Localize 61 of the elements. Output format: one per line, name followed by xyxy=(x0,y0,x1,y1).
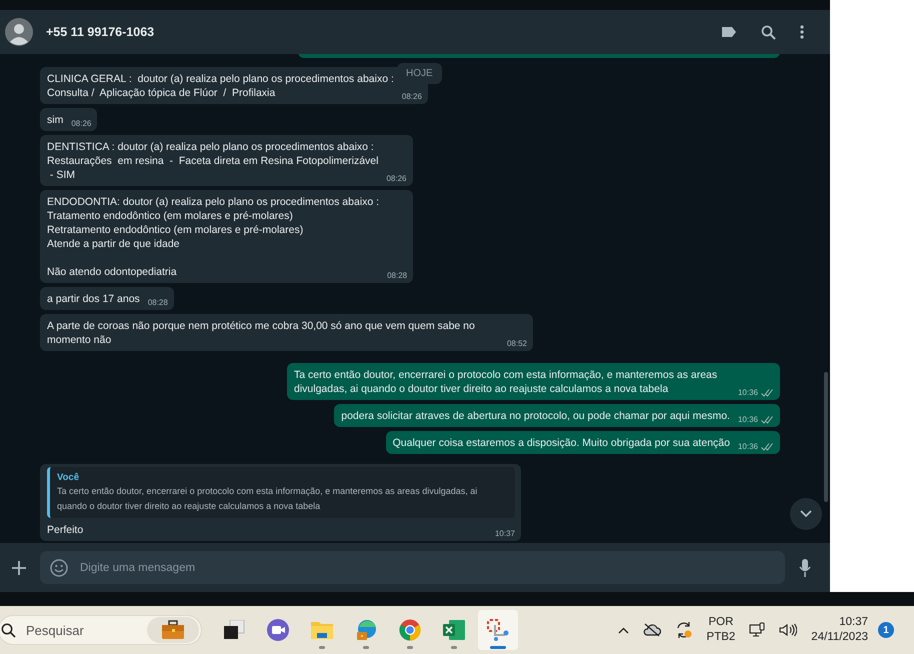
double-check-icon xyxy=(761,416,774,424)
emoji-icon[interactable] xyxy=(50,558,68,576)
briefcase-icon xyxy=(161,620,185,640)
contact-name[interactable]: +55 11 99176-1063 xyxy=(46,25,154,39)
running-indicator xyxy=(363,646,369,649)
message-time: 08:26 xyxy=(71,119,92,129)
running-indicator xyxy=(319,646,325,649)
message-text: DENTISTICA : doutor (a) realiza pelo plano os procedimentos abaixo : Restaurações em resina - Faceta direta em Resina Fotopolimerizável - SIM xyxy=(47,140,378,182)
speaker-icon[interactable] xyxy=(779,623,798,637)
taskbar-search[interactable]: Pesquisar xyxy=(0,615,202,645)
message-time: 10:36 xyxy=(738,415,758,425)
message-text: Perfeito xyxy=(47,523,84,537)
search-placeholder: Pesquisar xyxy=(26,622,85,638)
browser-icon xyxy=(399,619,421,641)
message-text: Qualquer coisa estaremos a disposição. Muito obrigada por sua atenção xyxy=(392,436,730,450)
running-indicator xyxy=(407,646,413,649)
message-time: 10:37 xyxy=(494,529,515,539)
plus-icon[interactable] xyxy=(12,560,26,574)
message-field[interactable]: Digite uma mensagem xyxy=(40,551,785,584)
network-monitor-icon[interactable] xyxy=(749,622,766,638)
notification-badge[interactable]: 1 xyxy=(878,622,894,638)
cloud-off-icon[interactable] xyxy=(642,623,661,637)
label-icon[interactable] xyxy=(721,26,737,38)
sync-icon[interactable] xyxy=(674,621,693,639)
message-text: Ta certo então doutor, encerrarei o protocolo com esta informação, e manteremos as areas divulgadas, ai quando o doutor tiver direito ao reajuste calculamos a nova tabela xyxy=(294,368,718,396)
double-check-icon xyxy=(761,389,774,397)
message-text: a partir dos 17 anos xyxy=(47,292,140,306)
quoted-message[interactable]: Você Ta certo então doutor, encerrarei o protocolo com esta informação, e manteremos as areas divulgadas, ai quando o doutor tiver direito ao reajuste calculamos a nova tabela xyxy=(47,467,515,518)
message-time: 10:36 xyxy=(738,388,758,398)
running-indicator xyxy=(490,646,506,649)
quote-author: Você xyxy=(57,471,80,484)
search-icon xyxy=(1,622,16,638)
message-text: sim xyxy=(47,113,64,127)
scrollbar[interactable] xyxy=(824,372,828,502)
browser-icon xyxy=(355,619,377,641)
message-time: 08:52 xyxy=(506,339,527,349)
message-text: A parte de coroas não porque nem protético me cobra 30,00 só ano que vem quem sabe no momento não xyxy=(47,319,476,347)
message-time: 08:26 xyxy=(386,174,407,184)
menu-icon[interactable] xyxy=(800,25,804,39)
date-chip: HOJE xyxy=(397,63,442,84)
scroll-down-button[interactable] xyxy=(790,498,822,530)
message-time: 10:36 xyxy=(738,442,758,452)
microphone-icon[interactable] xyxy=(799,558,811,576)
video-camera-icon xyxy=(267,619,289,641)
message-time: 08:26 xyxy=(402,92,422,102)
message-time: 08:28 xyxy=(387,271,408,281)
spreadsheet-icon xyxy=(443,620,465,640)
avatar-icon[interactable] xyxy=(5,18,33,46)
message-text: CLINICA GERAL : doutor (a) realiza pelo plano os procedimentos abaixo : Consulta / Aplicação tópica de Flúor / Profilaxia xyxy=(47,72,394,100)
windows-icon xyxy=(223,620,245,640)
search-icon[interactable] xyxy=(761,24,776,40)
clock[interactable]: 10:37 24/11/2023 xyxy=(811,615,868,645)
input-language[interactable]: POR PTB2 xyxy=(706,615,736,645)
folder-icon xyxy=(310,620,334,640)
message-time: 08:28 xyxy=(148,298,168,308)
message-text: podera solicitar atraves de abertura no protocolo, ou pode chamar por aqui mesmo. xyxy=(341,409,730,423)
quote-text: Ta certo então doutor, encerrarei o protocolo com esta informação, e manteremos as areas divulgadas, ai quando o doutor tiver direito ao reajuste calculamos a nova tabela xyxy=(57,485,478,513)
double-check-icon xyxy=(761,443,774,451)
chevron-down-icon xyxy=(800,510,812,518)
running-indicator xyxy=(451,646,457,649)
chevron-up-icon[interactable] xyxy=(618,626,629,634)
